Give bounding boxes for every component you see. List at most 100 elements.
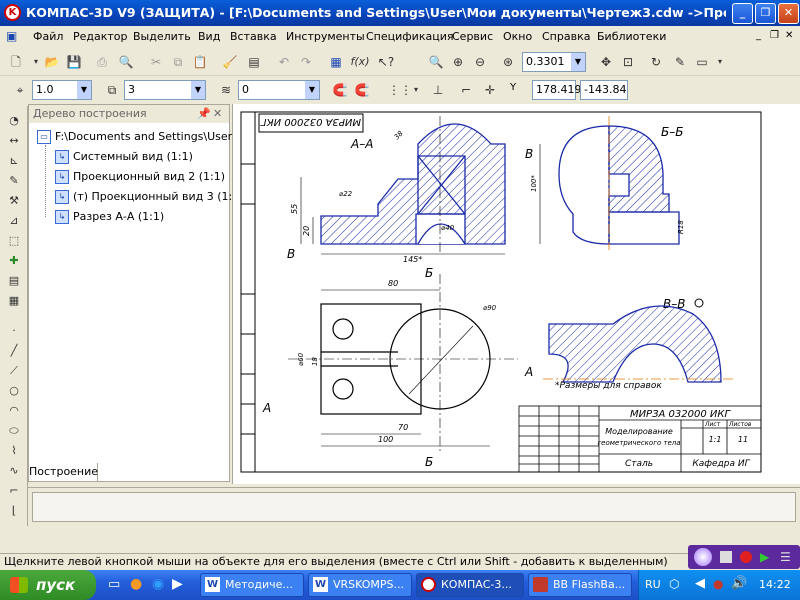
menu-insert[interactable]: Вставка: [230, 30, 277, 43]
layer-combo[interactable]: 3 ▼: [124, 80, 206, 100]
record-icon[interactable]: [740, 551, 752, 563]
tree-item-projection-view-2[interactable]: ↳ Проекционный вид 2 (1:1): [55, 169, 225, 185]
menu-help[interactable]: Справка: [542, 30, 590, 43]
stop-icon[interactable]: [720, 551, 732, 563]
network-icon[interactable]: ⬡: [669, 577, 679, 591]
undo-icon[interactable]: ↶: [274, 52, 294, 72]
refresh-icon[interactable]: ↻: [646, 52, 666, 72]
properties-icon[interactable]: 🧹: [220, 52, 240, 72]
grid-icon[interactable]: ⋮⋮: [388, 80, 412, 100]
copy-icon[interactable]: ⧉: [168, 52, 188, 72]
doc-minimize-button[interactable]: _: [756, 30, 761, 41]
params-icon[interactable]: ⚒: [4, 192, 24, 210]
fillet-icon[interactable]: ⌊: [4, 502, 24, 520]
firefox-icon[interactable]: ●: [130, 576, 142, 592]
fragment-icon[interactable]: ▦: [4, 292, 24, 310]
save-icon[interactable]: 💾: [64, 52, 84, 72]
task-button-kompas[interactable]: КОМПАС-3...: [416, 573, 524, 597]
open-folder-icon[interactable]: 📂: [42, 52, 62, 72]
tree-root[interactable]: ▭ F:\Documents and Settings\User\M: [37, 129, 245, 145]
media-icon[interactable]: ▶: [172, 576, 183, 592]
flashback-tray-icon[interactable]: ●: [713, 577, 723, 591]
zoom-icon[interactable]: 🔍: [426, 52, 446, 72]
redo-icon[interactable]: ↷: [296, 52, 316, 72]
step-combo[interactable]: 1.0 ▼: [32, 80, 92, 100]
menu-file[interactable]: Файл: [33, 30, 63, 43]
menu-window[interactable]: Окно: [503, 30, 532, 43]
arc-icon[interactable]: ◠: [4, 402, 24, 420]
segment-icon[interactable]: ⟋: [4, 362, 24, 380]
step-cursor-icon[interactable]: ⌖: [10, 80, 30, 100]
menu-view[interactable]: Вид: [198, 30, 220, 43]
preview-icon[interactable]: 🔍: [116, 52, 136, 72]
tab-build[interactable]: Построение: [28, 463, 98, 482]
report-icon[interactable]: ▤: [4, 272, 24, 290]
aux-line-icon[interactable]: ╱: [4, 342, 24, 360]
style-combo[interactable]: 0 ▼: [238, 80, 320, 100]
show-all-icon[interactable]: ⊡: [618, 52, 638, 72]
menu-icon[interactable]: ☰: [780, 550, 791, 564]
coord-x-field[interactable]: 178.419: [532, 80, 582, 100]
paste-icon[interactable]: 📋: [190, 52, 210, 72]
document-icon[interactable]: ▣: [6, 29, 17, 43]
select-icon[interactable]: ⬚: [4, 232, 24, 250]
task-button-vrskomps[interactable]: W VRSKOMPS...: [308, 573, 412, 597]
style-icon[interactable]: ≋: [216, 80, 236, 100]
task-button-methodical[interactable]: W Методиче...: [200, 573, 304, 597]
new-document-icon[interactable]: 🗋: [6, 52, 26, 72]
menu-service[interactable]: Сервис: [452, 30, 493, 43]
local-cs-icon[interactable]: ⊥: [428, 80, 448, 100]
manager-icon[interactable]: ▦: [326, 52, 346, 72]
print-icon[interactable]: ⎙: [92, 52, 112, 72]
zoom-combo[interactable]: 0.3301 ▼: [522, 52, 586, 72]
minimize-button[interactable]: _: [732, 3, 753, 24]
drawing-canvas[interactable]: МИРЗА 032000 ИКГ А–А 145* 55 20 ⌀22 ⌀40 …: [232, 104, 800, 484]
bezier-icon[interactable]: ∿: [4, 462, 24, 480]
layer-icon[interactable]: ⧉: [102, 80, 122, 100]
magnet-icon[interactable]: 🧲: [330, 80, 350, 100]
language-indicator[interactable]: RU: [645, 578, 661, 591]
close-button[interactable]: ✕: [778, 3, 799, 24]
zoom-scale-icon[interactable]: ⊛: [498, 52, 518, 72]
menu-libraries[interactable]: Библиотеки: [597, 30, 666, 43]
marking-icon[interactable]: ⊾: [4, 152, 24, 170]
start-button[interactable]: пуск: [0, 570, 96, 600]
circle-icon[interactable]: ○: [4, 382, 24, 400]
ellipse-icon[interactable]: ⬭: [4, 422, 24, 440]
screen-dropdown-icon[interactable]: ▾: [710, 52, 730, 72]
chevron-down-icon[interactable]: ▼: [191, 81, 205, 99]
chamfer-icon[interactable]: ⌐: [4, 482, 24, 500]
cut-icon[interactable]: ✂: [146, 52, 166, 72]
help-pointer-icon[interactable]: ↖?: [376, 52, 396, 72]
menu-select[interactable]: Выделить: [133, 30, 191, 43]
variables-fx-button[interactable]: f(x): [348, 52, 372, 72]
ortho-icon[interactable]: ⌐: [456, 80, 476, 100]
polyline-icon[interactable]: ⌇: [4, 442, 24, 460]
zoom-in-icon[interactable]: ⊕: [448, 52, 468, 72]
play-icon[interactable]: ▶: [760, 550, 769, 564]
chevron-down-icon[interactable]: ▼: [305, 81, 319, 99]
browser-icon[interactable]: ◉: [152, 576, 164, 592]
pan-icon[interactable]: ✥: [596, 52, 616, 72]
tree-item-system-view[interactable]: ↳ Системный вид (1:1): [55, 149, 193, 165]
chevron-down-icon[interactable]: ▼: [571, 53, 585, 71]
task-button-flashback[interactable]: BB FlashBa...: [528, 573, 632, 597]
chevron-down-icon[interactable]: ▼: [77, 81, 91, 99]
screen-icon[interactable]: ▭: [692, 52, 712, 72]
doc-restore-button[interactable]: ❐: [770, 30, 779, 41]
measure-icon[interactable]: ⊿: [4, 212, 24, 230]
point-icon[interactable]: ·: [4, 322, 24, 340]
tree-item-projection-view-3[interactable]: ↳ (т) Проекционный вид 3 (1:1: [55, 189, 239, 205]
zoom-out-icon[interactable]: ⊖: [470, 52, 490, 72]
menu-tools[interactable]: Инструменты: [286, 30, 365, 43]
close-icon[interactable]: ✕: [213, 105, 222, 123]
coord-y-field[interactable]: -143.84: [580, 80, 628, 100]
maximize-button[interactable]: ❐: [755, 3, 776, 24]
magnet-off-icon[interactable]: 🧲: [352, 80, 372, 100]
doc-close-button[interactable]: ✕: [785, 30, 793, 41]
edit-icon[interactable]: ✎: [4, 172, 24, 190]
snap-icon[interactable]: ✛: [480, 80, 500, 100]
geometry-icon[interactable]: ◔: [4, 112, 24, 130]
show-desktop-icon[interactable]: ▭: [108, 577, 120, 592]
volume-icon[interactable]: 🔊: [731, 576, 747, 591]
